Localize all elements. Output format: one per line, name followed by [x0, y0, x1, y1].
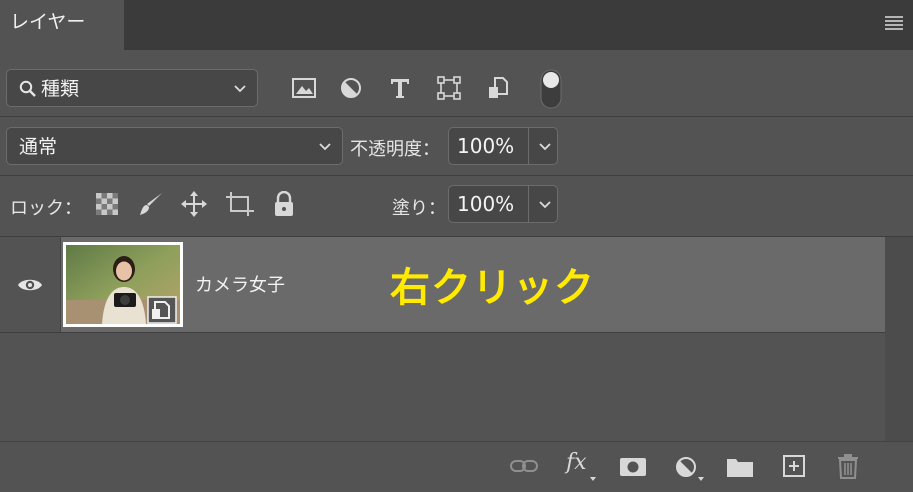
divider — [0, 332, 885, 333]
add-mask-icon[interactable] — [620, 458, 646, 476]
delete-layer-icon[interactable] — [837, 453, 859, 479]
link-layers-icon[interactable] — [510, 459, 538, 473]
panel-tab-bar: レイヤー — [0, 0, 913, 50]
panel-menu-icon[interactable] — [885, 16, 903, 30]
lock-label: ロック： — [10, 198, 82, 219]
smart-object-filter-icon[interactable] — [487, 76, 509, 100]
photo-thumbnail-image — [66, 245, 180, 324]
fx-icon[interactable]: fx — [566, 450, 587, 475]
scrollbar-track[interactable] — [885, 237, 913, 441]
lock-transparent-pixels-icon[interactable] — [96, 193, 118, 215]
opacity-chevron-icon[interactable] — [536, 137, 554, 155]
fill-field[interactable]: 100% — [448, 185, 558, 223]
filter-kind-value: 種類 — [41, 78, 80, 100]
fill-value[interactable]: 100% — [457, 186, 514, 222]
fill-label: 塗り： — [392, 198, 446, 219]
image-filter-icon[interactable] — [292, 77, 316, 99]
divider — [0, 175, 913, 176]
adjustment-dropdown-marker-icon — [698, 477, 704, 481]
layer-name[interactable]: カメラ女子 — [195, 271, 285, 297]
divider — [0, 116, 913, 117]
lock-position-icon[interactable] — [181, 191, 207, 217]
filter-kind-dropdown[interactable]: 種類 — [6, 69, 258, 107]
visibility-toggle[interactable] — [0, 237, 61, 332]
bottom-toolbar: fx — [0, 441, 913, 492]
new-adjustment-icon[interactable] — [675, 456, 697, 478]
adjustment-filter-icon[interactable] — [340, 77, 362, 99]
text-filter-icon[interactable] — [389, 76, 411, 100]
opacity-label: 不透明度： — [350, 139, 440, 160]
new-layer-icon[interactable] — [783, 455, 805, 477]
fx-dropdown-marker-icon — [590, 477, 596, 481]
opacity-value[interactable]: 100% — [457, 128, 514, 164]
search-icon — [19, 80, 36, 97]
blend-mode-value: 通常 — [19, 136, 58, 158]
right-click-annotation: 右クリック — [390, 265, 595, 311]
lock-image-pixels-icon[interactable] — [138, 191, 164, 217]
fill-chevron-icon[interactable] — [536, 195, 554, 213]
shape-filter-icon[interactable] — [437, 76, 461, 100]
chevron-down-icon — [319, 143, 331, 151]
opacity-field[interactable]: 100% — [448, 127, 558, 165]
new-group-icon[interactable] — [727, 457, 753, 477]
blend-mode-dropdown[interactable]: 通常 — [6, 127, 343, 165]
lock-all-icon[interactable] — [273, 191, 295, 217]
chevron-down-icon — [234, 85, 246, 93]
tab-layers[interactable]: レイヤー — [0, 0, 124, 50]
eye-icon[interactable] — [17, 277, 43, 293]
layer-row[interactable]: カメラ女子 右クリック — [0, 237, 885, 332]
filter-toggle-icon[interactable] — [540, 69, 562, 109]
lock-artboard-icon[interactable] — [226, 191, 254, 217]
layer-thumbnail[interactable] — [63, 242, 183, 327]
